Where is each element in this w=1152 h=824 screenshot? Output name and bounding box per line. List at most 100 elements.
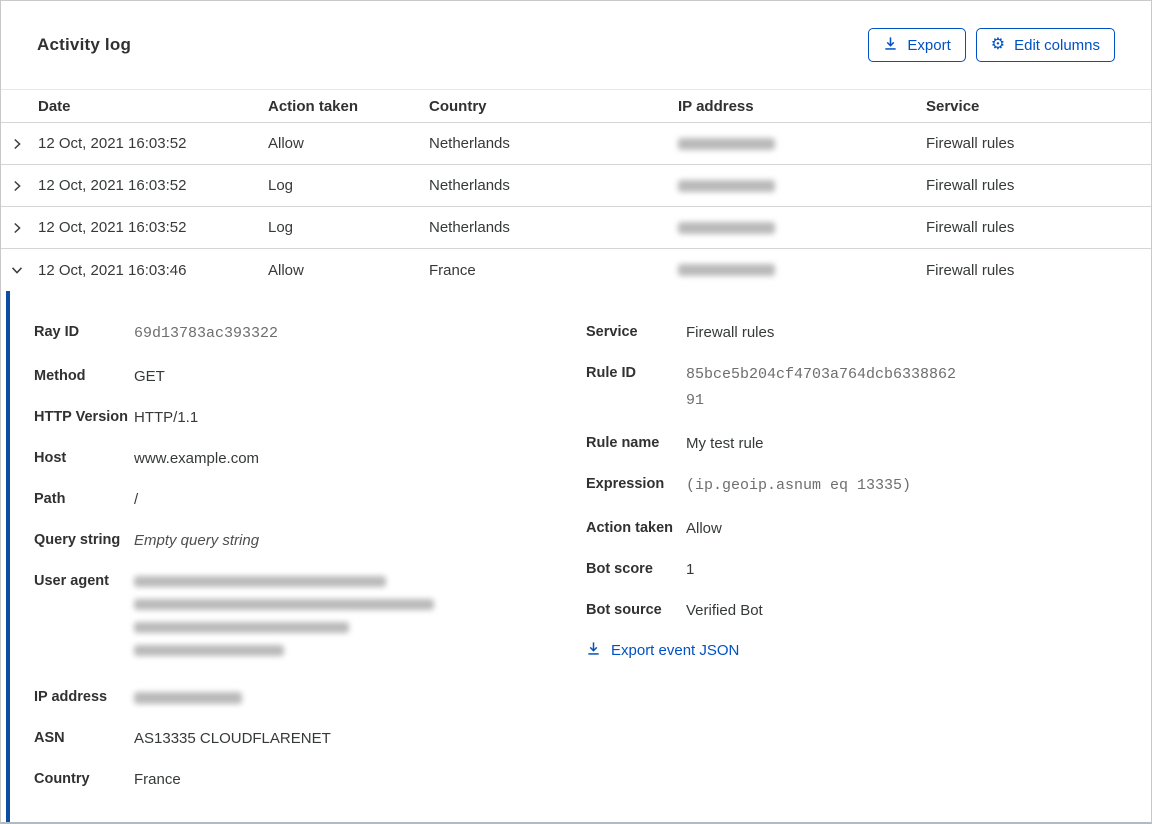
detail-value: 69d13783ac393322 (134, 325, 279, 342)
detail-label: Rule ID (586, 365, 636, 381)
redacted-value (134, 686, 242, 709)
detail-label: Expression (586, 476, 665, 492)
cell-action-taken: Log (268, 219, 294, 236)
detail-row: Service Firewall rules (586, 321, 1151, 344)
detail-value: Allow (686, 520, 722, 537)
column-header-action-taken: Action taken (268, 97, 359, 115)
detail-value: www.example.com (134, 450, 260, 467)
detail-value: (ip.geoip.asnum eq 13335) (686, 477, 912, 494)
chevron-right-icon[interactable] (1, 136, 38, 152)
detail-value: My test rule (686, 435, 764, 452)
detail-value: Verified Bot (686, 602, 763, 619)
detail-label: Service (586, 324, 638, 340)
table-header-row: Date Action taken Country IP address Service (1, 89, 1151, 123)
cell-action-taken: Allow (268, 261, 304, 279)
detail-column-left: Ray ID 69d13783ac393322 Method GET HTTP Vers… (34, 321, 586, 822)
redacted-text-line (134, 576, 386, 587)
detail-row: Action taken Allow (586, 517, 1151, 540)
cell-ip-address (678, 221, 926, 234)
detail-label: User agent (34, 573, 109, 589)
cell-action-taken: Allow (268, 135, 304, 152)
detail-row: User agent (34, 570, 586, 668)
cell-country: Netherlands (429, 135, 510, 152)
export-event-json-link[interactable]: Export event JSON (586, 641, 1151, 660)
redacted-text-line (134, 645, 284, 656)
cell-service: Firewall rules (926, 135, 1015, 152)
detail-label: Query string (34, 532, 121, 548)
column-header-country: Country (429, 97, 487, 115)
detail-row: Bot score 1 (586, 558, 1151, 581)
detail-label: Method (34, 368, 86, 384)
table-row[interactable]: 12 Oct, 2021 16:03:52 Log Netherlands Firew… (1, 207, 1151, 249)
redacted-ip-address (134, 692, 242, 704)
table-body: 12 Oct, 2021 16:03:52 Allow Netherlands Fir… (1, 123, 1151, 291)
download-icon (883, 36, 898, 55)
detail-label: Host (34, 450, 67, 466)
detail-label: IP address (34, 689, 108, 705)
detail-label: Rule name (586, 435, 660, 451)
detail-label: Bot score (586, 561, 653, 577)
cell-service: Firewall rules (926, 219, 1015, 236)
gear-icon: ⚙ (990, 36, 1006, 53)
page-title: Activity log (37, 35, 132, 54)
detail-row: HTTP Version HTTP/1.1 (34, 406, 586, 429)
download-icon (586, 641, 601, 660)
redacted-ip-address (678, 179, 775, 192)
detail-row: Rule ID 85bce5b204cf4703a764dcb633886291 (586, 362, 1151, 414)
detail-row: IP address (34, 686, 586, 709)
edit-columns-button[interactable]: ⚙ Edit columns (975, 28, 1115, 62)
detail-value: 1 (686, 561, 695, 578)
chevron-right-icon[interactable] (1, 178, 38, 194)
activity-log-panel: Activity log Export ⚙ Edit columns Date A… (0, 0, 1152, 824)
table-row[interactable]: 12 Oct, 2021 16:03:46 Allow France Firewall… (1, 249, 1151, 291)
cell-ip-address (678, 179, 926, 192)
cell-country: France (429, 261, 476, 279)
export-event-json-label: Export event JSON (611, 642, 740, 659)
chevron-right-icon[interactable] (1, 220, 38, 236)
detail-row: Host www.example.com (34, 447, 586, 470)
detail-row: Method GET (34, 365, 586, 388)
cell-ip-address (678, 264, 926, 276)
detail-value: 85bce5b204cf4703a764dcb633886291 (686, 366, 957, 409)
table-row[interactable]: 12 Oct, 2021 16:03:52 Allow Netherlands Fir… (1, 123, 1151, 165)
cell-service: Firewall rules (926, 261, 1015, 279)
cell-country: Netherlands (429, 219, 510, 236)
detail-value: AS13335 CLOUDFLARENET (134, 730, 331, 747)
detail-label: Ray ID (34, 324, 80, 340)
column-header-service: Service (926, 97, 980, 115)
detail-row: Rule name My test rule (586, 432, 1151, 455)
edit-columns-button-label: Edit columns (1014, 36, 1100, 54)
detail-row: Expression (ip.geoip.asnum eq 13335) (586, 473, 1151, 499)
export-button[interactable]: Export (868, 28, 966, 62)
detail-value: GET (134, 368, 165, 385)
detail-row: Ray ID 69d13783ac393322 (34, 321, 586, 347)
detail-value: HTTP/1.1 (134, 409, 199, 426)
redacted-ip-address (678, 264, 775, 276)
detail-label: Path (34, 491, 66, 507)
detail-row: Bot source Verified Bot (586, 599, 1151, 622)
column-header-ip-address: IP address (678, 97, 754, 115)
detail-value: / (134, 491, 139, 508)
detail-value: Firewall rules (686, 324, 775, 341)
chevron-down-icon[interactable] (1, 262, 38, 278)
detail-label: Country (34, 771, 90, 787)
table-row[interactable]: 12 Oct, 2021 16:03:52 Log Netherlands Firew… (1, 165, 1151, 207)
header-actions: Export ⚙ Edit columns (868, 28, 1115, 62)
redacted-ip-address (678, 137, 775, 150)
detail-column-right: Service Firewall rules Rule ID 85bce5b204cf… (586, 321, 1151, 822)
detail-label: Bot source (586, 602, 662, 618)
cell-country: Netherlands (429, 177, 510, 194)
cell-ip-address (678, 137, 926, 150)
cell-date: 12 Oct, 2021 16:03:52 (38, 177, 187, 194)
detail-label: HTTP Version (34, 409, 129, 425)
cell-service: Firewall rules (926, 177, 1015, 194)
detail-value: France (134, 771, 181, 788)
redacted-ip-address (678, 221, 775, 234)
cell-date: 12 Oct, 2021 16:03:52 (38, 135, 187, 152)
detail-label: Action taken (586, 520, 674, 536)
cell-date: 12 Oct, 2021 16:03:46 (38, 261, 187, 279)
column-header-date: Date (38, 97, 71, 115)
export-button-label: Export (907, 36, 951, 54)
cell-action-taken: Log (268, 177, 294, 194)
detail-value: Empty query string (134, 532, 260, 549)
